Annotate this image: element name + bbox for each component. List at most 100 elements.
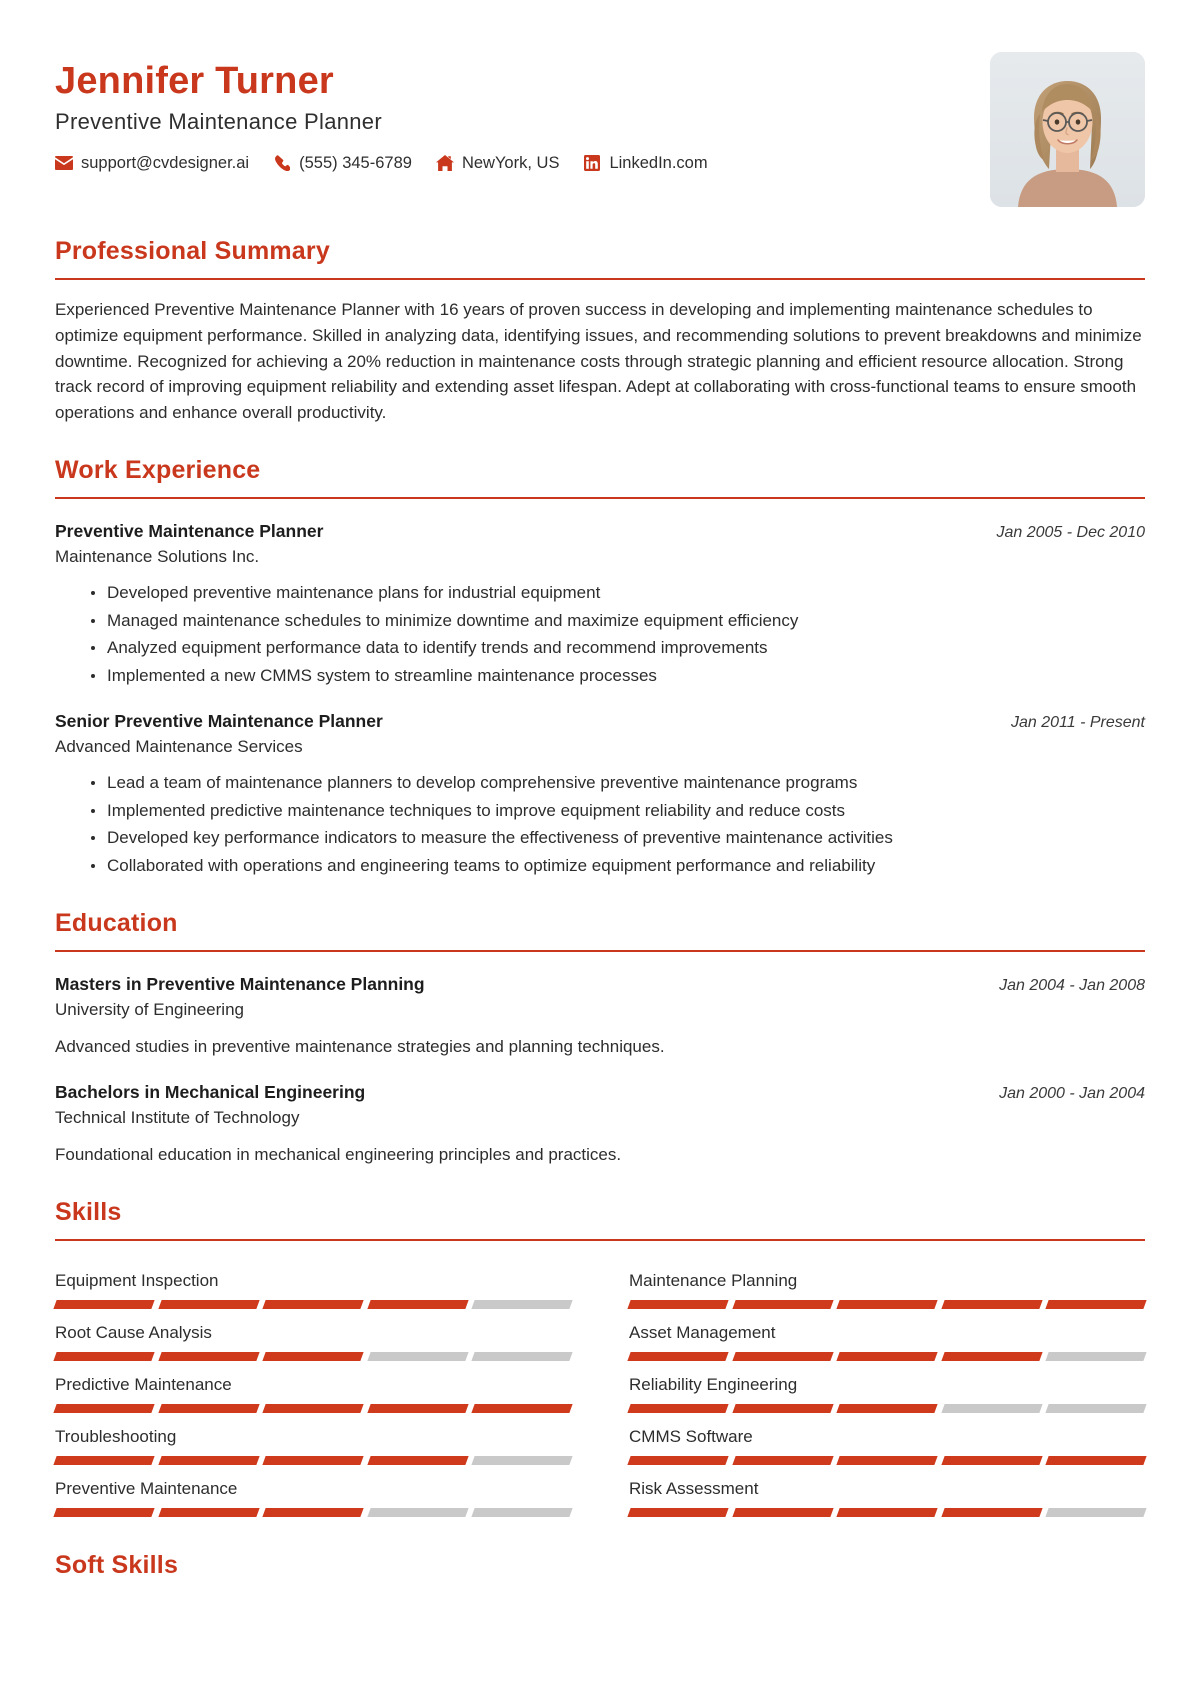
experience-entry: Preventive Maintenance Planner Jan 2005 …	[55, 521, 1145, 689]
skill-level-bar	[627, 1403, 1147, 1413]
list-item: Lead a team of maintenance planners to d…	[91, 769, 1145, 797]
list-item: Analyzed equipment performance data to i…	[91, 634, 1145, 662]
experience-title: Preventive Maintenance Planner	[55, 521, 324, 542]
contact-email[interactable]: support@cvdesigner.ai	[55, 154, 249, 173]
contact-location-text: NewYork, US	[461, 153, 560, 172]
section-title-summary: Professional Summary	[55, 237, 330, 265]
skill-item: Troubleshooting	[53, 1413, 573, 1465]
skill-segment	[1045, 1299, 1147, 1309]
skill-level-bar	[53, 1351, 573, 1361]
skill-segment	[367, 1351, 469, 1361]
education-school: University of Engineering	[55, 1000, 244, 1020]
section-divider	[55, 497, 1145, 500]
avatar	[990, 52, 1145, 207]
skill-label: Maintenance Planning	[629, 1270, 798, 1290]
education-degree: Bachelors in Mechanical Engineering	[55, 1082, 366, 1103]
skill-label: Risk Assessment	[629, 1478, 759, 1498]
education-date: Jan 2004 - Jan 2008	[999, 977, 1145, 995]
skill-segment	[941, 1351, 1043, 1361]
skill-segment	[836, 1455, 938, 1465]
skill-label: Equipment Inspection	[55, 1270, 219, 1290]
education-date: Jan 2000 - Jan 2004	[999, 1085, 1145, 1103]
skill-item: Asset Management	[627, 1309, 1147, 1361]
contact-phone[interactable]: (555) 345-6789	[273, 154, 412, 173]
skill-segment	[262, 1299, 364, 1309]
list-item: Implemented predictive maintenance techn…	[91, 797, 1145, 825]
envelope-icon	[55, 155, 73, 171]
section-title-soft-skills: Soft Skills	[55, 1550, 179, 1579]
skill-label: Predictive Maintenance	[55, 1374, 232, 1394]
education-degree: Masters in Preventive Maintenance Planni…	[55, 974, 425, 995]
section-soft-skills: Soft Skills	[55, 1551, 1145, 1580]
skill-label: Troubleshooting	[55, 1426, 177, 1446]
skill-segment	[471, 1507, 573, 1517]
section-divider	[55, 1238, 1145, 1241]
list-item: Collaborated with operations and enginee…	[91, 852, 1145, 880]
skill-label: Asset Management	[629, 1322, 776, 1342]
skill-segment	[941, 1403, 1043, 1413]
skill-segment	[1045, 1455, 1147, 1465]
entry-header: Masters in Preventive Maintenance Planni…	[55, 974, 1145, 995]
skill-segment	[836, 1299, 938, 1309]
list-item: Implemented a new CMMS system to streaml…	[91, 662, 1145, 690]
skill-segment	[731, 1351, 833, 1361]
skill-segment	[941, 1455, 1043, 1465]
skill-segment	[262, 1351, 364, 1361]
skill-item: Reliability Engineering	[627, 1361, 1147, 1413]
skill-label: Reliability Engineering	[629, 1374, 798, 1394]
skill-segment	[157, 1299, 259, 1309]
contact-location[interactable]: NewYork, US	[435, 153, 560, 173]
skill-segment	[471, 1299, 573, 1309]
section-title-experience: Work Experience	[55, 456, 261, 485]
skill-segment	[1045, 1351, 1147, 1361]
experience-title: Senior Preventive Maintenance Planner	[55, 711, 383, 732]
resume-page: Jennifer Turner Preventive Maintenance P…	[0, 0, 1200, 1684]
skill-segment	[836, 1351, 938, 1361]
experience-entry: Senior Preventive Maintenance Planner Ja…	[55, 711, 1145, 879]
skill-label: Root Cause Analysis	[55, 1322, 212, 1342]
full-name: Jennifer Turner	[55, 60, 334, 102]
skill-segment	[627, 1403, 729, 1413]
education-school: Technical Institute of Technology	[55, 1108, 300, 1128]
skill-segment	[836, 1507, 938, 1517]
entry-header: Bachelors in Mechanical Engineering Jan …	[55, 1082, 1145, 1103]
skill-segment	[262, 1507, 364, 1517]
skill-item: Root Cause Analysis	[53, 1309, 573, 1361]
skill-segment	[367, 1507, 469, 1517]
job-title: Preventive Maintenance Planner	[55, 108, 382, 134]
section-skills: Skills Equipment Inspection Maintenance P…	[53, 1197, 1147, 1517]
skill-segment	[627, 1507, 729, 1517]
skills-grid: Equipment Inspection Maintenance Planning…	[53, 1257, 1147, 1517]
skill-segment	[157, 1507, 259, 1517]
skill-segment	[1045, 1403, 1147, 1413]
experience-date: Jan 2005 - Dec 2010	[996, 524, 1145, 542]
skill-segment	[941, 1507, 1043, 1517]
experience-company: Maintenance Solutions Inc.	[55, 547, 260, 567]
list-item: Developed key performance indicators to …	[91, 824, 1145, 852]
skill-segment	[367, 1455, 469, 1465]
entry-header: Senior Preventive Maintenance Planner Ja…	[55, 711, 1145, 732]
phone-icon	[273, 155, 291, 172]
skill-level-bar	[627, 1507, 1147, 1517]
skill-segment	[1045, 1507, 1147, 1517]
skill-level-bar	[53, 1507, 573, 1517]
skill-level-bar	[53, 1403, 573, 1413]
summary-text: Experienced Preventive Maintenance Plann…	[55, 300, 1142, 423]
skill-segment	[836, 1403, 938, 1413]
skill-label: Preventive Maintenance	[55, 1478, 238, 1498]
skill-level-bar	[627, 1299, 1147, 1309]
skill-item: Maintenance Planning	[627, 1257, 1147, 1309]
skill-segment	[731, 1455, 833, 1465]
section-title-skills: Skills	[55, 1197, 122, 1226]
skill-segment	[53, 1351, 155, 1361]
linkedin-icon	[583, 155, 601, 172]
skill-segment	[627, 1455, 729, 1465]
skill-segment	[53, 1403, 155, 1413]
skill-segment	[367, 1299, 469, 1309]
contact-linkedin[interactable]: LinkedIn.com	[583, 154, 708, 173]
skill-level-bar	[53, 1455, 573, 1465]
skill-segment	[471, 1403, 573, 1413]
skill-item: Predictive Maintenance	[53, 1361, 573, 1413]
skill-segment	[53, 1507, 155, 1517]
list-item: Developed preventive maintenance plans f…	[91, 579, 1145, 607]
